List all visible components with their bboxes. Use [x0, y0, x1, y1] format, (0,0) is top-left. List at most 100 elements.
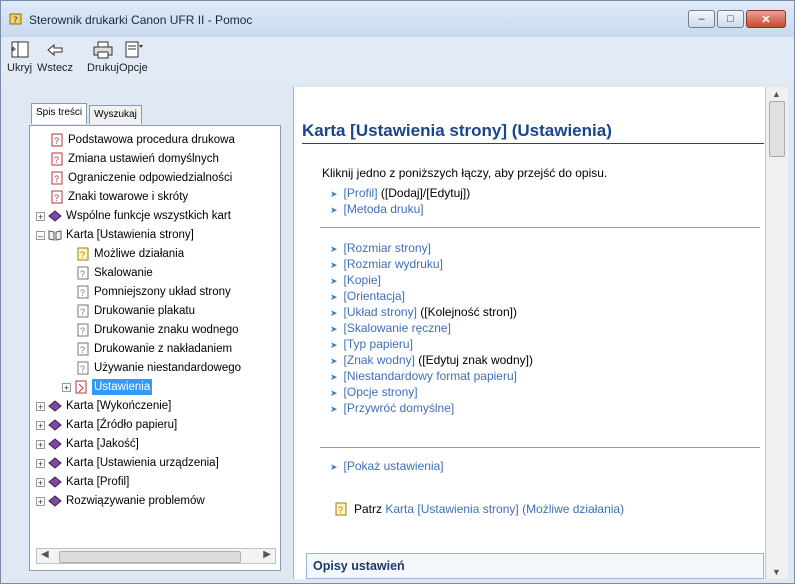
bullet-arrow-icon: ➤ — [330, 189, 338, 199]
help-page-icon: ? — [51, 152, 63, 166]
collapse-icon[interactable]: – — [36, 230, 45, 240]
scroll-up-icon[interactable]: ▲ — [772, 89, 781, 99]
scroll-left-icon[interactable]: ◀ — [41, 549, 49, 560]
book-open-icon — [48, 230, 62, 241]
tree-folder[interactable]: + Rozwiązywanie problemów — [36, 493, 205, 509]
tree-item[interactable]: ? Skalowanie — [76, 265, 153, 281]
list-item: ➤ [Typ papieru] — [330, 336, 533, 352]
help-page-icon: ? — [335, 502, 347, 516]
link-profile[interactable]: [Profil] — [344, 186, 378, 200]
tree-item[interactable]: ? Zmiana ustawień domyślnych — [50, 151, 219, 167]
svg-text:?: ? — [80, 250, 85, 260]
horizontal-scrollbar[interactable]: ◀ ▶ — [36, 548, 276, 564]
tree-item[interactable]: ? Używanie niestandardowego — [76, 360, 241, 376]
vertical-scrollbar[interactable]: ▲ ▼ — [765, 87, 788, 579]
minimize-button[interactable]: – — [688, 10, 715, 28]
bullet-arrow-icon: ➤ — [330, 260, 338, 270]
tree-item-selected[interactable]: + Ustawienia — [62, 379, 153, 395]
expand-icon[interactable]: + — [36, 439, 45, 449]
link-output-size[interactable]: [Rozmiar wydruku] — [344, 257, 443, 271]
book-closed-icon — [48, 457, 62, 469]
book-closed-icon — [48, 210, 62, 222]
print-button[interactable]: Drukuj — [87, 41, 119, 74]
see-also-link[interactable]: Karta [Ustawienia strony] (Możliwe dział… — [385, 502, 624, 516]
tree-item[interactable]: ? Pomniejszony układ strony — [76, 284, 231, 300]
list-item: ➤ [Skalowanie ręczne] — [330, 320, 533, 336]
tree-item[interactable]: ? Drukowanie znaku wodnego — [76, 322, 238, 338]
tree-folder[interactable]: + Karta [Ustawienia urządzenia] — [36, 455, 219, 471]
bullet-arrow-icon: ➤ — [330, 372, 338, 382]
tree-folder[interactable]: + Karta [Źródło papieru] — [36, 417, 177, 433]
bullet-arrow-icon: ➤ — [330, 388, 338, 398]
tree-folder[interactable]: + Karta [Profil] — [36, 474, 129, 490]
link-extra: ([Dodaj]/[Edytuj]) — [377, 186, 471, 200]
scroll-down-icon[interactable]: ▼ — [772, 567, 781, 577]
link-page-options[interactable]: [Opcje strony] — [344, 385, 418, 399]
tree-folder[interactable]: – Karta [Ustawienia strony] — [36, 227, 194, 243]
page-icon: ? — [77, 361, 89, 375]
back-button[interactable]: Wstecz — [37, 41, 73, 74]
expand-icon[interactable]: + — [36, 496, 45, 506]
scroll-thumb[interactable] — [59, 551, 241, 563]
link-page-size[interactable]: [Rozmiar strony] — [344, 241, 431, 255]
tree-item-label: Wspólne funkcje wszystkich kart — [66, 210, 231, 222]
svg-text:?: ? — [338, 505, 343, 515]
link-custom-paper[interactable]: [Niestandardowy format papieru] — [344, 369, 517, 383]
link-show-settings[interactable]: [Pokaż ustawienia] — [344, 459, 444, 473]
contents-tree: ? Podstawowa procedura drukowa ? Zmiana us… — [36, 132, 270, 530]
expand-icon[interactable]: + — [36, 458, 45, 468]
tree-folder[interactable]: + Karta [Wykończenie] — [36, 398, 171, 414]
tree-item[interactable]: ? Drukowanie z nakładaniem — [76, 341, 232, 357]
maximize-button[interactable]: □ — [717, 10, 744, 28]
link-orientation[interactable]: [Orientacja] — [344, 289, 405, 303]
link-group-3: ➤ [Pokaż ustawienia] — [330, 458, 444, 474]
scroll-right-icon[interactable]: ▶ — [263, 549, 271, 560]
book-closed-icon — [48, 400, 62, 412]
svg-text:?: ? — [80, 288, 85, 298]
hide-button[interactable]: Ukryj — [7, 41, 32, 74]
expand-icon[interactable]: + — [62, 382, 71, 392]
link-group-1: ➤ [Profil] ([Dodaj]/[Edytuj]) ➤ [Metoda dr… — [330, 185, 470, 217]
svg-text:?: ? — [80, 345, 85, 355]
help-app-icon: ? — [9, 13, 22, 26]
expand-icon[interactable]: + — [36, 211, 45, 221]
tree-item[interactable]: ? Drukowanie plakatu — [76, 303, 195, 319]
tree-item-label: Zmiana ustawień domyślnych — [68, 153, 219, 165]
link-print-method[interactable]: [Metoda druku] — [344, 202, 424, 216]
tree-item[interactable]: ? Ograniczenie odpowiedzialności — [50, 170, 232, 186]
list-item: ➤ [Profil] ([Dodaj]/[Edytuj]) — [330, 185, 470, 201]
link-copies[interactable]: [Kopie] — [344, 273, 381, 287]
tree-item[interactable]: ? Możliwe działania — [76, 246, 184, 262]
link-manual-scaling[interactable]: [Skalowanie ręczne] — [344, 321, 451, 335]
link-group-2: ➤ [Rozmiar strony] ➤ [Rozmiar wydruku] ➤ [K… — [330, 240, 533, 416]
tab-contents[interactable]: Spis treści — [31, 103, 88, 124]
link-watermark[interactable]: [Znak wodny] — [344, 353, 415, 367]
options-button[interactable]: Opcje — [119, 41, 148, 74]
tree-item-label: Karta [Jakość] — [66, 438, 139, 450]
tree-item-label: Drukowanie z nakładaniem — [94, 343, 233, 355]
link-paper-type[interactable]: [Typ papieru] — [344, 337, 413, 351]
tree-item[interactable]: ? Podstawowa procedura drukowa — [50, 132, 235, 148]
tree-folder[interactable]: + Karta [Jakość] — [36, 436, 139, 452]
tree-item[interactable]: ? Znaki towarowe i skróty — [50, 189, 188, 205]
settings-page-icon — [75, 380, 87, 394]
close-button[interactable]: ✕ — [746, 10, 786, 28]
link-restore-defaults[interactable]: [Przywróć domyślne] — [344, 401, 455, 415]
scroll-thumb[interactable] — [769, 101, 785, 157]
page-icon: ? — [77, 266, 89, 280]
back-arrow-icon — [47, 43, 63, 57]
expand-icon[interactable]: + — [36, 401, 45, 411]
bullet-arrow-icon: ➤ — [330, 276, 338, 286]
bullet-arrow-icon: ➤ — [330, 340, 338, 350]
link-page-layout[interactable]: [Układ strony] — [344, 305, 417, 319]
tree-item-label: Karta [Wykończenie] — [66, 400, 172, 412]
page-icon: ? — [77, 304, 89, 318]
expand-icon[interactable]: + — [36, 420, 45, 430]
expand-icon[interactable]: + — [36, 477, 45, 487]
tree-item-label: Możliwe działania — [94, 248, 185, 260]
options-icon — [125, 41, 144, 58]
page-title: Karta [Ustawienia strony] (Ustawienia) — [302, 121, 612, 140]
tab-search[interactable]: Wyszukaj — [89, 105, 142, 124]
printer-icon — [93, 41, 113, 59]
tree-folder[interactable]: + Wspólne funkcje wszystkich kart — [36, 208, 231, 224]
